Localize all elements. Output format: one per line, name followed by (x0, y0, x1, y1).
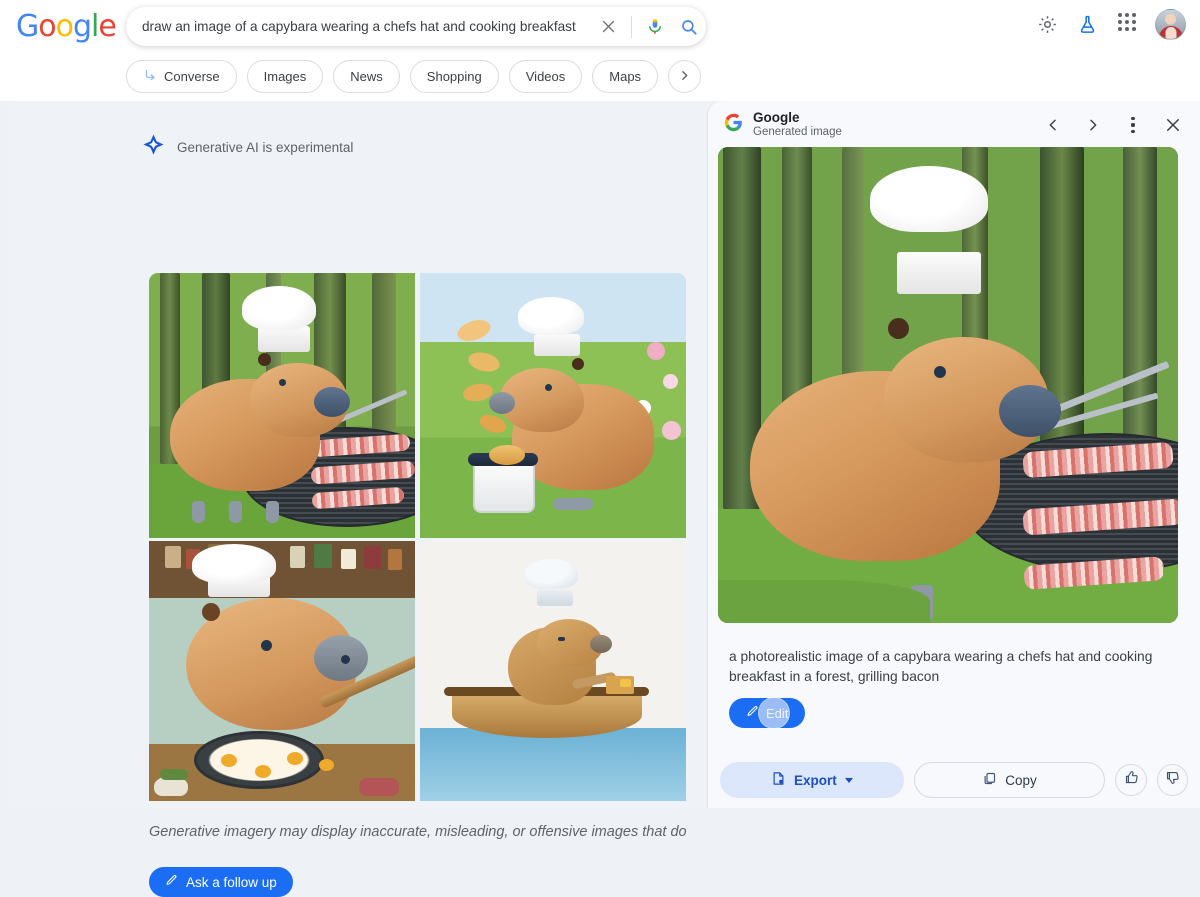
chip-images[interactable]: Images (246, 60, 324, 93)
panel-actions (1040, 112, 1186, 138)
search-bar[interactable]: draw an image of a capybara wearing a ch… (126, 7, 706, 46)
chip-label: Maps (609, 69, 642, 84)
chevron-down-icon (844, 777, 853, 783)
chip-videos[interactable]: Videos (508, 60, 583, 93)
copy-button[interactable]: Copy (913, 762, 1106, 798)
page-header: Google draw an image of a capybara weari… (0, 0, 1200, 101)
image-prompt-text: a photorealistic image of a capybara wea… (729, 649, 1153, 684)
chip-shopping[interactable]: Shopping (409, 60, 499, 93)
panel-brand-title: Google (753, 110, 800, 126)
chip-news[interactable]: News (333, 60, 400, 93)
chip-label: Shopping (426, 69, 482, 84)
ask-follow-up-button[interactable]: Ask a follow up (149, 867, 293, 897)
generated-image-4[interactable] (420, 541, 686, 801)
chip-more-filters[interactable] (668, 60, 702, 93)
kebab-menu-icon (1131, 117, 1135, 133)
export-doc-icon (771, 771, 786, 789)
panel-next-button[interactable] (1080, 112, 1106, 138)
google-g-icon (724, 113, 743, 137)
pencil-icon (165, 874, 178, 890)
ask-follow-up-label: Ask a follow up (186, 874, 277, 890)
thumbs-down-button[interactable] (1156, 764, 1189, 796)
chip-label: Videos (525, 69, 566, 84)
panel-close-button[interactable] (1160, 112, 1186, 138)
chip-maps[interactable]: Maps (592, 60, 659, 93)
panel-bottom-actions: Export Copy (720, 762, 1189, 798)
results-card: Generative AI is experimental Generative… (8, 101, 720, 897)
generative-disclaimer: Generative imagery may display inaccurat… (149, 824, 687, 840)
experimental-notice: Generative AI is experimental (142, 133, 353, 161)
search-submit-icon[interactable] (672, 7, 706, 46)
chevron-right-icon (678, 69, 691, 85)
chip-label: News (350, 69, 383, 84)
thumbs-down-icon (1165, 770, 1180, 790)
panel-brand: Google Generated image (724, 110, 1040, 139)
edit-button-label: Edit (766, 705, 789, 721)
hero-generated-image[interactable] (718, 147, 1178, 623)
clear-search-icon[interactable] (591, 7, 625, 46)
chip-label: Converse (164, 69, 220, 84)
generated-image-panel: Google Generated image a photorealistic … (708, 101, 1200, 808)
voice-search-icon[interactable] (638, 7, 672, 46)
search-filter-chips: Converse Images News Shopping Videos Map… (126, 60, 702, 93)
panel-prev-button[interactable] (1040, 112, 1066, 138)
converse-arrow-icon (143, 68, 157, 85)
experimental-label: Generative AI is experimental (177, 139, 354, 155)
panel-brand-subtitle: Generated image (753, 126, 842, 139)
search-divider (631, 15, 632, 38)
settings-gear-icon[interactable] (1035, 13, 1059, 37)
copy-button-label: Copy (1005, 772, 1037, 788)
chip-label: Images (263, 69, 307, 84)
generated-image-3[interactable] (149, 541, 415, 801)
export-button[interactable]: Export (720, 762, 904, 798)
panel-more-menu-button[interactable] (1120, 112, 1146, 138)
panel-header: Google Generated image (708, 101, 1200, 149)
account-avatar[interactable] (1155, 9, 1186, 40)
header-right-icons (1035, 9, 1186, 40)
chip-converse[interactable]: Converse (126, 60, 237, 93)
generated-image-1[interactable] (149, 273, 415, 538)
google-logo[interactable]: Google (16, 12, 117, 42)
generated-image-2[interactable] (420, 273, 686, 538)
generated-images-grid (149, 273, 686, 804)
copy-icon (982, 771, 997, 789)
edit-image-button[interactable]: Edit (729, 698, 806, 728)
google-apps-grid-icon[interactable] (1115, 12, 1139, 37)
pencil-icon (746, 705, 759, 721)
page-body: Generative AI is experimental Generative… (0, 101, 1200, 897)
thumbs-up-button[interactable] (1115, 764, 1147, 796)
sparkle-diamond-icon (142, 133, 165, 161)
labs-flask-icon[interactable] (1075, 13, 1099, 37)
search-input[interactable]: draw an image of a capybara wearing a ch… (142, 19, 591, 34)
export-button-label: Export (793, 772, 837, 788)
thumbs-up-icon (1124, 770, 1139, 790)
